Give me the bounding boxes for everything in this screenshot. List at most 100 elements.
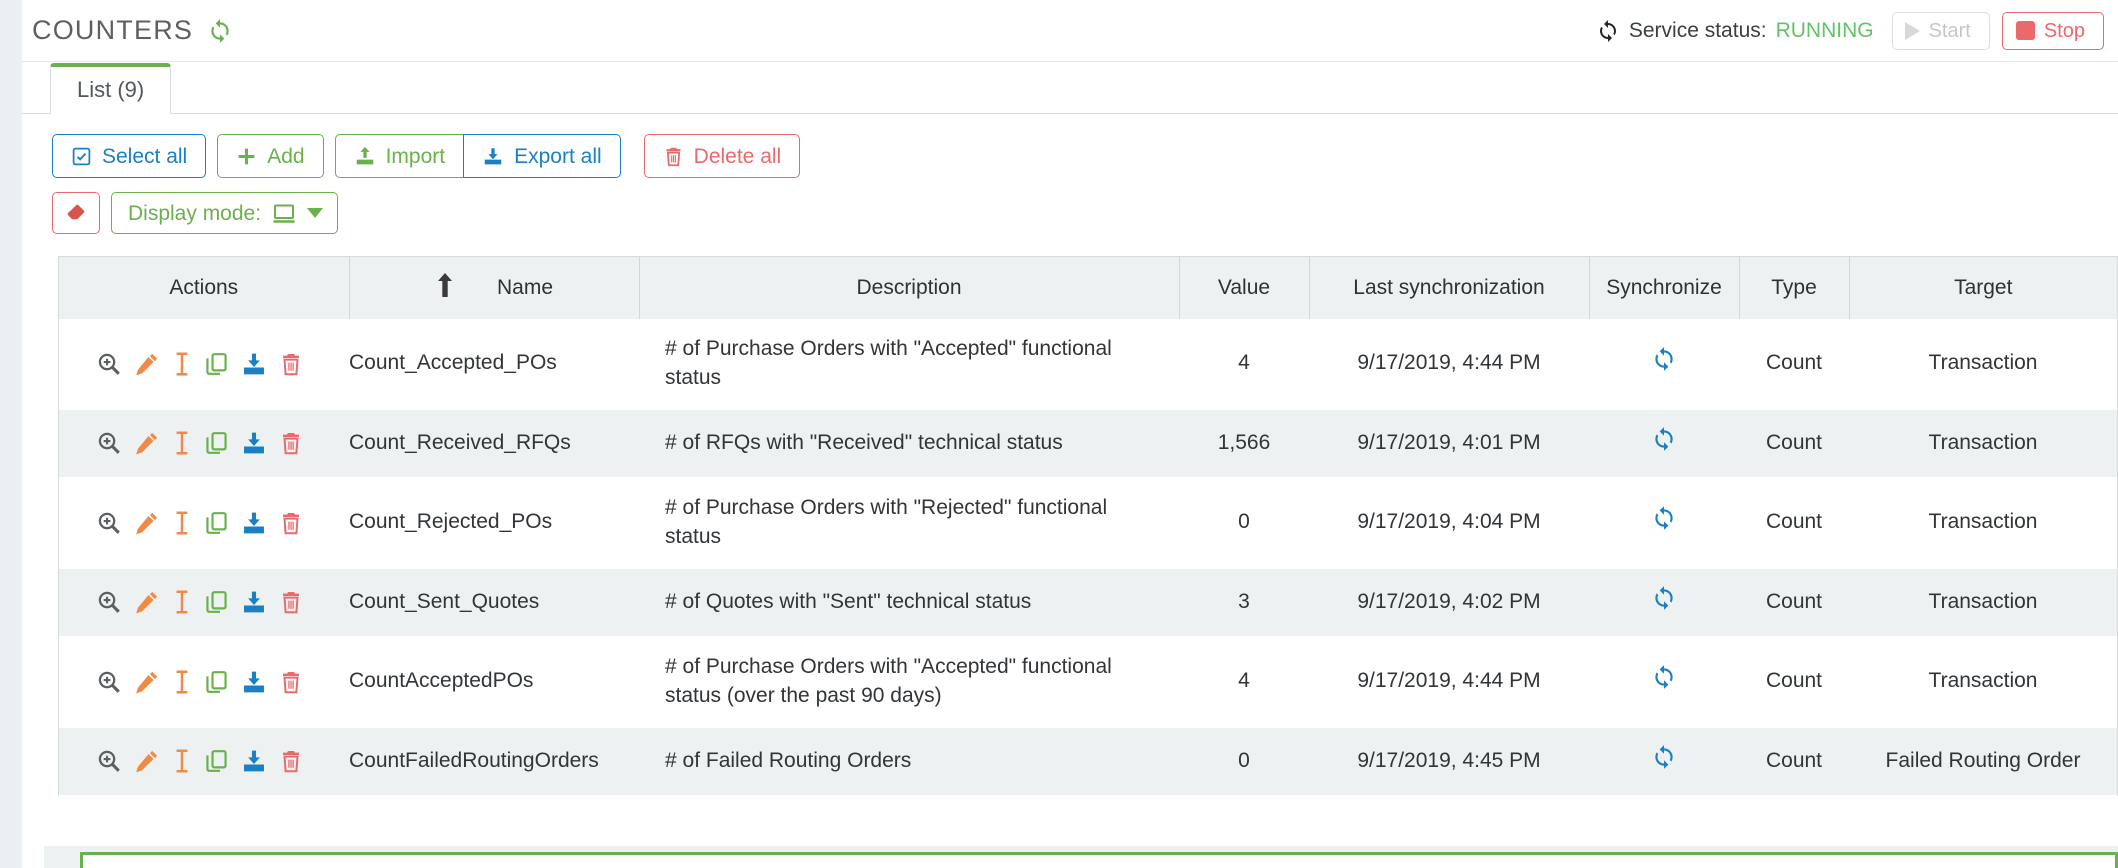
service-status-sync-icon[interactable] <box>1596 19 1620 43</box>
stop-square-icon <box>2016 21 2035 40</box>
copy-icon[interactable] <box>204 510 229 536</box>
pencil-icon[interactable] <box>134 589 160 615</box>
row-cell-value: 4 <box>1179 636 1309 727</box>
tab-list[interactable]: List (9) <box>50 63 171 114</box>
row-cell-type: Count <box>1739 409 1849 477</box>
import-label: Import <box>386 146 446 167</box>
row-cell-value: 0 <box>1179 727 1309 795</box>
table-row[interactable]: CountFailedRoutingOrders# of Failed Rout… <box>59 727 2117 795</box>
pencil-icon[interactable] <box>134 669 160 695</box>
display-mode-dropdown[interactable]: Display mode: <box>111 192 338 234</box>
eraser-icon <box>64 201 88 225</box>
pencil-icon[interactable] <box>134 430 160 456</box>
copy-icon[interactable] <box>204 589 229 615</box>
row-actions-cell <box>59 727 349 795</box>
sync-icon[interactable] <box>1651 505 1677 531</box>
zoom-in-icon[interactable] <box>96 748 122 774</box>
select-all-button[interactable]: Select all <box>52 134 206 178</box>
sync-icon[interactable] <box>207 18 233 44</box>
row-cell-synchronize <box>1589 727 1739 795</box>
table-body: Count_Accepted_POs# of Purchase Orders w… <box>59 319 2117 795</box>
row-cell-description: # of Purchase Orders with "Rejected" fun… <box>639 477 1179 568</box>
column-header-type[interactable]: Type <box>1739 257 1849 319</box>
stop-button[interactable]: Stop <box>2002 12 2104 50</box>
copy-icon[interactable] <box>204 748 229 774</box>
row-cell-value: 3 <box>1179 568 1309 636</box>
import-button[interactable]: Import <box>335 134 465 178</box>
text-cursor-icon[interactable] <box>172 748 192 774</box>
display-mode-label: Display mode: <box>128 203 261 224</box>
pencil-icon[interactable] <box>134 748 160 774</box>
column-header-last-synchronization[interactable]: Last synchronization <box>1309 257 1589 319</box>
row-actions-cell <box>59 319 349 409</box>
highlighted-row-partial[interactable] <box>80 852 2118 868</box>
row-actions-cell <box>59 636 349 727</box>
trash-icon[interactable] <box>279 669 303 695</box>
sync-icon[interactable] <box>1651 744 1677 770</box>
row-cell-target: Transaction <box>1849 319 2117 409</box>
row-cell-value: 0 <box>1179 477 1309 568</box>
table-row[interactable]: Count_Received_RFQs# of RFQs with "Recei… <box>59 409 2117 477</box>
text-cursor-icon[interactable] <box>172 351 192 377</box>
sync-icon[interactable] <box>1651 585 1677 611</box>
column-header-description[interactable]: Description <box>639 257 1179 319</box>
trash-icon <box>663 146 684 167</box>
row-actions-cell <box>59 568 349 636</box>
pencil-icon[interactable] <box>134 510 160 536</box>
download-icon[interactable] <box>241 430 267 456</box>
zoom-in-icon[interactable] <box>96 430 122 456</box>
table-row[interactable]: Count_Accepted_POs# of Purchase Orders w… <box>59 319 2117 409</box>
zoom-in-icon[interactable] <box>96 351 122 377</box>
column-header-actions[interactable]: Actions <box>59 257 349 319</box>
row-cell-last-sync: 9/17/2019, 4:45 PM <box>1309 727 1589 795</box>
row-actions <box>59 669 339 695</box>
row-cell-name: Count_Accepted_POs <box>349 319 639 409</box>
clear-filters-button[interactable] <box>52 192 100 234</box>
row-cell-name: CountFailedRoutingOrders <box>349 727 639 795</box>
column-header-target[interactable]: Target <box>1849 257 2117 319</box>
delete-all-button[interactable]: Delete all <box>644 134 801 178</box>
trash-icon[interactable] <box>279 510 303 536</box>
top-bar: COUNTERS Service status: RUNNING Start <box>22 0 2118 62</box>
export-all-label: Export all <box>514 146 602 167</box>
zoom-in-icon[interactable] <box>96 669 122 695</box>
column-header-value[interactable]: Value <box>1179 257 1309 319</box>
sync-icon[interactable] <box>1651 346 1677 372</box>
text-cursor-icon[interactable] <box>172 430 192 456</box>
start-button[interactable]: Start <box>1892 12 1990 50</box>
table-row[interactable]: Count_Rejected_POs# of Purchase Orders w… <box>59 477 2117 568</box>
row-cell-target: Transaction <box>1849 409 2117 477</box>
text-cursor-icon[interactable] <box>172 510 192 536</box>
column-header-name[interactable]: Name <box>349 257 639 319</box>
row-cell-target: Failed Routing Order <box>1849 727 2117 795</box>
table-row[interactable]: CountAcceptedPOs# of Purchase Orders wit… <box>59 636 2117 727</box>
add-button[interactable]: Add <box>217 134 323 178</box>
row-cell-description: # of Quotes with "Sent" technical status <box>639 568 1179 636</box>
text-cursor-icon[interactable] <box>172 589 192 615</box>
trash-icon[interactable] <box>279 351 303 377</box>
copy-icon[interactable] <box>204 669 229 695</box>
sync-icon[interactable] <box>1651 664 1677 690</box>
download-icon[interactable] <box>241 669 267 695</box>
trash-icon[interactable] <box>279 430 303 456</box>
download-icon[interactable] <box>241 351 267 377</box>
trash-icon[interactable] <box>279 748 303 774</box>
text-cursor-icon[interactable] <box>172 669 192 695</box>
download-icon[interactable] <box>241 589 267 615</box>
trash-icon[interactable] <box>279 589 303 615</box>
zoom-in-icon[interactable] <box>96 510 122 536</box>
sync-icon[interactable] <box>1651 426 1677 452</box>
copy-icon[interactable] <box>204 430 229 456</box>
row-actions <box>59 430 339 456</box>
export-all-button[interactable]: Export all <box>463 134 621 178</box>
download-icon[interactable] <box>241 510 267 536</box>
copy-icon[interactable] <box>204 351 229 377</box>
row-actions-cell <box>59 409 349 477</box>
column-header-synchronize[interactable]: Synchronize <box>1589 257 1739 319</box>
checkbox-icon <box>71 146 92 167</box>
download-icon[interactable] <box>241 748 267 774</box>
pencil-icon[interactable] <box>134 351 160 377</box>
row-cell-target: Transaction <box>1849 477 2117 568</box>
table-row[interactable]: Count_Sent_Quotes# of Quotes with "Sent"… <box>59 568 2117 636</box>
zoom-in-icon[interactable] <box>96 589 122 615</box>
